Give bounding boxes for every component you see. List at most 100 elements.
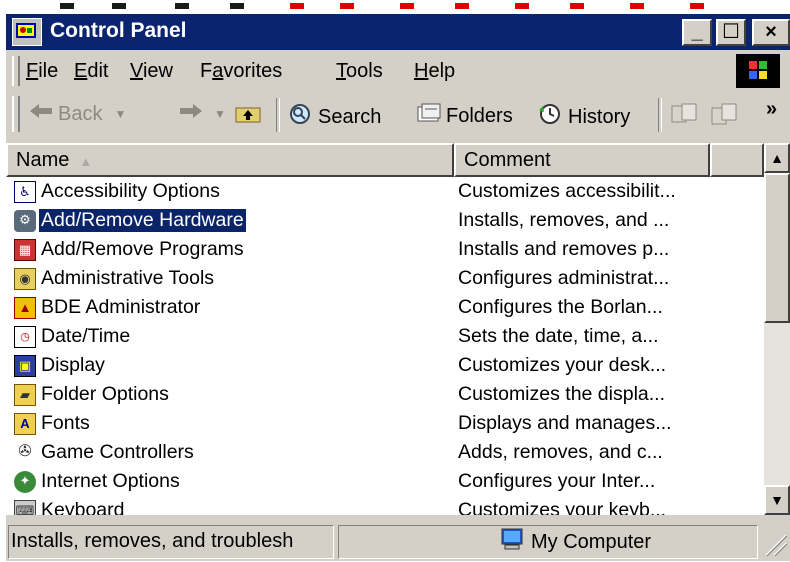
item-comment: Configures administrat... <box>458 267 670 289</box>
minimize-button[interactable]: _ <box>682 19 712 46</box>
fonts-icon: A <box>14 412 36 435</box>
forward-button[interactable]: ▼ <box>178 102 226 126</box>
item-name: Add/Remove Programs <box>41 238 244 260</box>
item-name: BDE Administrator <box>41 296 201 318</box>
scroll-down-icon[interactable]: ▼ <box>764 485 790 515</box>
item-comment: Customizes your keyb... <box>458 499 667 515</box>
strip-mark <box>400 3 414 9</box>
item-comment: Customizes the displa... <box>458 383 666 405</box>
back-arrow-icon <box>28 102 54 126</box>
title-bar[interactable]: Control Panel _ ☐ × <box>6 14 790 50</box>
bde-icon: ▲ <box>14 296 36 319</box>
column-header-name[interactable]: Name ▲ <box>6 143 454 177</box>
menubar-grip[interactable] <box>12 56 20 86</box>
back-dropdown-icon[interactable]: ▼ <box>114 107 126 121</box>
move-to-button[interactable] <box>670 102 698 132</box>
list-item[interactable]: ▣ Display Customizes your desk... <box>6 353 764 382</box>
close-button[interactable]: × <box>752 19 790 46</box>
item-comment: Displays and manages... <box>458 412 672 434</box>
status-zone: My Computer <box>338 525 758 559</box>
menu-edit[interactable]: Edit <box>74 60 108 83</box>
scroll-up-icon[interactable]: ▲ <box>764 143 790 173</box>
item-name: Folder Options <box>41 383 169 405</box>
folders-label: Folders <box>446 104 513 127</box>
control-panel-icon[interactable] <box>12 18 42 46</box>
item-name: Game Controllers <box>41 441 194 463</box>
toolbar-separator <box>658 98 662 132</box>
history-icon <box>536 102 564 132</box>
item-name: Accessibility Options <box>41 180 220 202</box>
menu-file[interactable]: File <box>26 60 58 83</box>
strip-mark <box>60 3 74 9</box>
list-item[interactable]: ▦ Add/Remove Programs Installs and remove… <box>6 237 764 266</box>
list-item[interactable]: ✇ Game Controllers Adds, removes, and c..… <box>6 440 764 469</box>
toolbar-chevron[interactable]: » <box>766 98 777 121</box>
item-comment: Customizes your desk... <box>458 354 667 376</box>
strip-mark <box>455 3 469 9</box>
up-folder-icon <box>234 102 262 130</box>
history-button[interactable]: History <box>536 102 630 132</box>
copy-to-button[interactable] <box>710 102 738 132</box>
status-description: Installs, removes, and troublesh <box>8 525 334 559</box>
list-item[interactable]: ◷ Date/Time Sets the date, time, a... <box>6 324 764 353</box>
back-label: Back <box>58 102 103 125</box>
display-icon: ▣ <box>14 354 36 377</box>
strip-mark <box>175 3 189 9</box>
my-computer-icon <box>499 527 525 557</box>
zone-label: My Computer <box>531 530 652 553</box>
strip-mark <box>515 3 529 9</box>
folder-options-icon: ▰ <box>14 383 36 406</box>
item-comment: Configures your Inter... <box>458 470 656 492</box>
folders-button[interactable]: Folders <box>416 102 513 130</box>
strip-mark <box>230 3 244 9</box>
search-button[interactable]: Search <box>288 102 381 132</box>
folders-icon <box>416 102 442 130</box>
standard-toolbar: Back ▼ ▼ Search Folders History » <box>6 90 790 140</box>
menu-tools[interactable]: Tools <box>336 60 383 83</box>
back-button[interactable]: Back ▼ <box>28 102 126 126</box>
list-item[interactable]: ▰ Folder Options Customizes the displa... <box>6 382 764 411</box>
item-name: Administrative Tools <box>41 267 215 289</box>
item-name: Fonts <box>41 412 90 434</box>
search-icon <box>288 102 314 132</box>
up-folder-button[interactable] <box>234 102 262 130</box>
top-edge-strip <box>0 0 790 14</box>
move-to-icon <box>670 102 698 132</box>
strip-mark <box>630 3 644 9</box>
resize-grip-icon[interactable] <box>762 529 788 557</box>
list-item[interactable]: ⚙ Add/Remove Hardware Installs, removes, … <box>6 208 764 237</box>
item-name: Add/Remove Hardware <box>39 209 246 232</box>
toolbar-grip[interactable] <box>12 96 20 132</box>
menu-view[interactable]: View <box>130 60 173 83</box>
menu-bar: File Edit View Favorites Tools Help <box>6 52 790 90</box>
list-item[interactable]: ◉ Administrative Tools Configures adminis… <box>6 266 764 295</box>
list-item[interactable]: A Fonts Displays and manages... <box>6 411 764 440</box>
list-item[interactable]: ✦ Internet Options Configures your Inter.… <box>6 469 764 498</box>
strip-mark <box>340 3 354 9</box>
toolbar-separator <box>276 98 280 132</box>
item-comment: Installs and removes p... <box>458 238 670 260</box>
menu-help[interactable]: Help <box>414 60 455 83</box>
copy-to-icon <box>710 102 738 132</box>
vertical-scrollbar[interactable]: ▲ ▼ <box>764 143 790 515</box>
item-name: Date/Time <box>41 325 131 347</box>
list-item[interactable]: ⌨ Keyboard Customizes your keyb... <box>6 498 764 515</box>
window-title: Control Panel <box>50 19 187 42</box>
sort-ascending-icon: ▲ <box>79 154 93 169</box>
menu-favorites[interactable]: Favorites <box>200 60 282 83</box>
forward-dropdown-icon[interactable]: ▼ <box>214 107 226 121</box>
item-comment: Configures the Borlan... <box>458 296 663 318</box>
item-comment: Customizes accessibilit... <box>458 180 676 202</box>
list-item[interactable]: ▲ BDE Administrator Configures the Borlan… <box>6 295 764 324</box>
maximize-button[interactable]: ☐ <box>716 19 746 46</box>
scroll-thumb[interactable] <box>764 173 790 323</box>
column-header-empty[interactable] <box>710 143 764 177</box>
column-header-comment[interactable]: Comment <box>454 143 710 177</box>
admin-tools-icon: ◉ <box>14 267 36 290</box>
item-name: Display <box>41 354 105 376</box>
game-controllers-icon: ✇ <box>14 441 36 464</box>
file-list-view[interactable]: Name ▲ Comment ♿ Accessibility Options Cus… <box>6 143 764 515</box>
windows-logo-icon <box>736 54 780 88</box>
list-item[interactable]: ♿ Accessibility Options Customizes access… <box>6 179 764 208</box>
strip-mark <box>290 3 304 9</box>
